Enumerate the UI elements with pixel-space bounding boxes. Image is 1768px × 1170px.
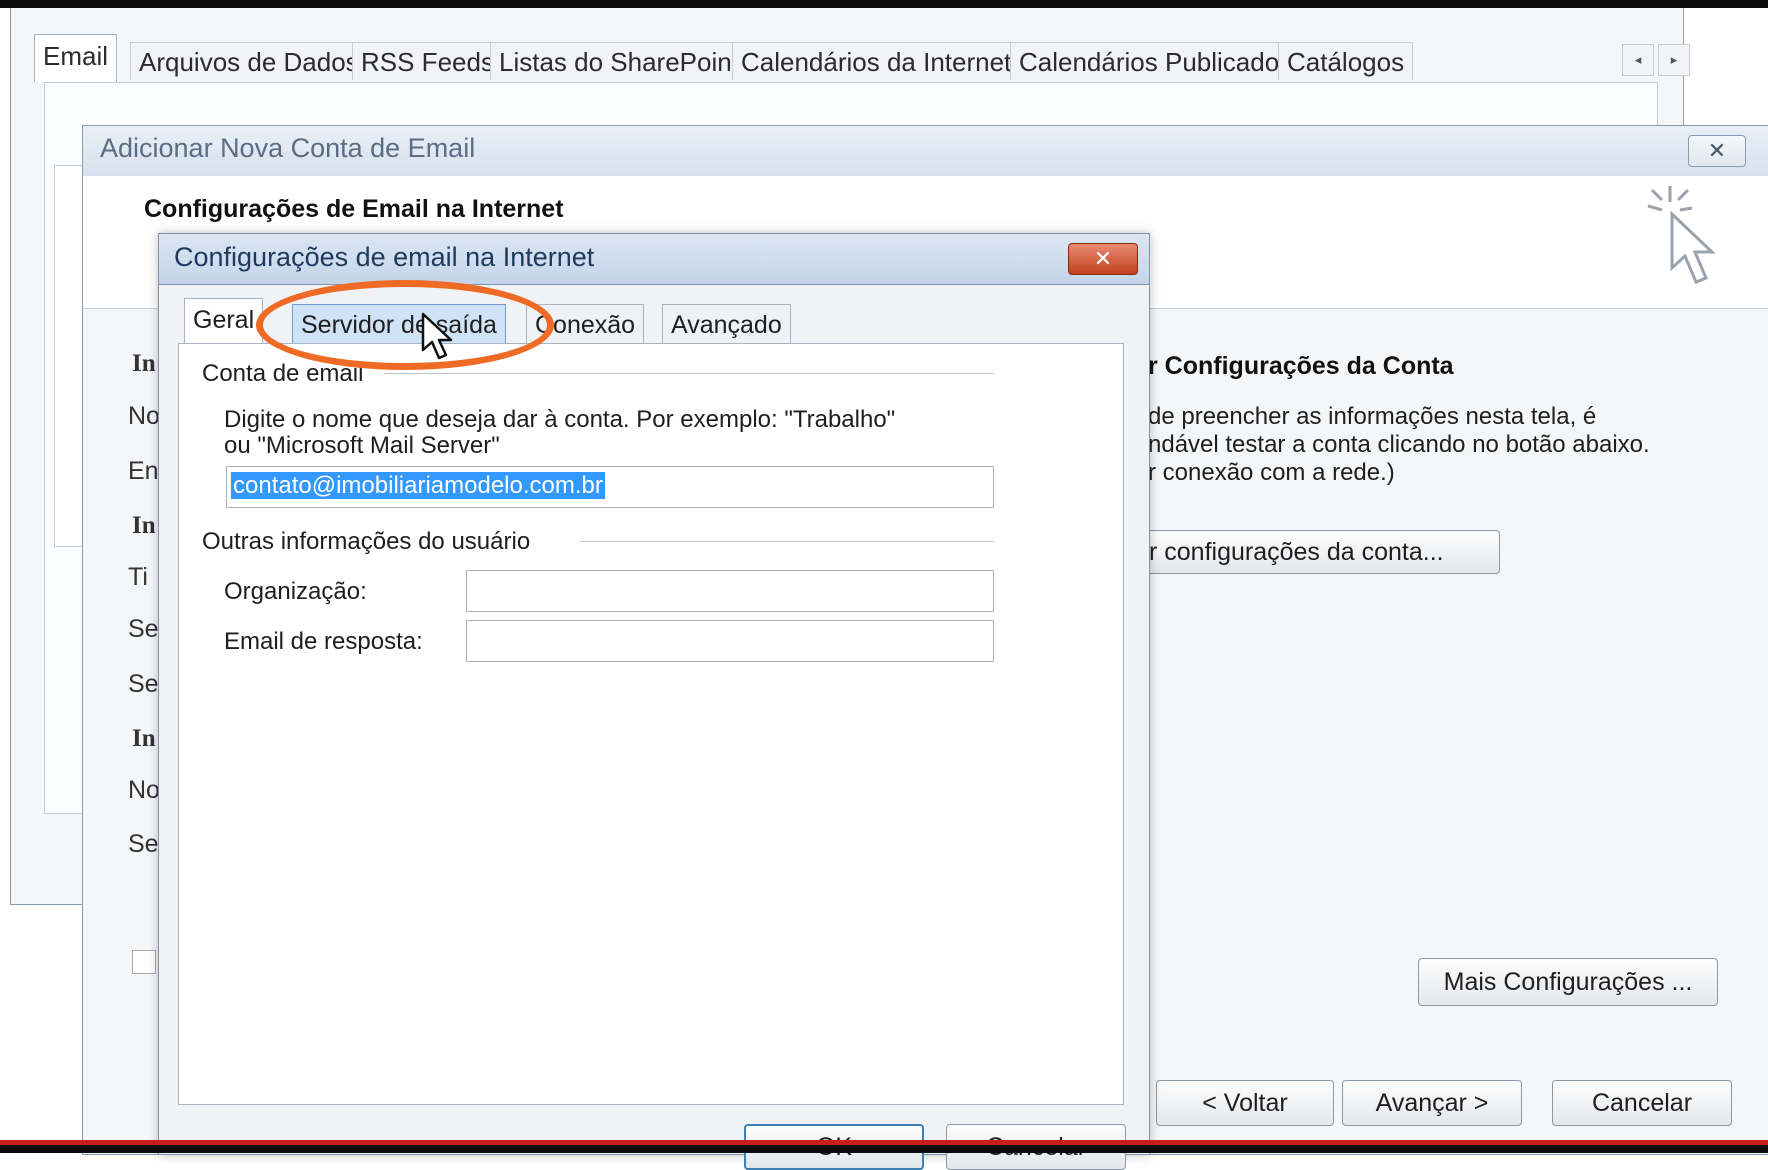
partial-label-username: No xyxy=(128,776,160,804)
reply-email-field[interactable] xyxy=(466,620,994,662)
back-button[interactable]: < Voltar xyxy=(1156,1080,1334,1126)
mouse-pointer-icon xyxy=(421,312,453,360)
test-account-settings-button[interactable]: r configurações da conta... xyxy=(1140,530,1500,574)
partial-label-server-info: In xyxy=(132,512,156,539)
other-info-section-label: Outras informações do usuário xyxy=(202,528,539,556)
partial-label-outgoing-server: Se xyxy=(128,670,159,698)
account-name-field[interactable]: contato@imobiliariamodelo.com.br xyxy=(226,466,994,508)
partial-label-logon-info: In xyxy=(132,725,156,752)
partial-checkbox[interactable] xyxy=(132,950,156,974)
other-info-divider xyxy=(580,541,994,542)
test-description-line-2: ndável testar a conta clicando no botão … xyxy=(1148,431,1650,458)
test-settings-title: r Configurações da Conta xyxy=(1148,352,1454,380)
organization-label: Organização: xyxy=(224,578,367,605)
wizard-close-button[interactable]: ✕ xyxy=(1688,135,1746,167)
tab-general[interactable]: Geral xyxy=(184,298,264,346)
more-settings-button[interactable]: Mais Configurações ... xyxy=(1418,958,1718,1006)
scroll-right-icon[interactable]: ▸ xyxy=(1658,44,1690,76)
account-section-divider xyxy=(384,373,994,374)
partial-label-user-info: In xyxy=(132,350,156,377)
test-description-line-3: r conexão com a rede.) xyxy=(1148,459,1395,486)
partial-label-incoming-server: Se xyxy=(128,615,159,643)
wizard-title: Adicionar Nova Conta de Email xyxy=(100,133,476,163)
tab-sharepoint-lists[interactable]: Listas do SharePoint xyxy=(490,42,748,80)
partial-label-account-type: Ti xyxy=(128,563,148,591)
bottom-frame-bar xyxy=(0,1145,1768,1153)
dialog-close-button[interactable]: ✕ xyxy=(1068,243,1138,275)
cursor-sparkle-icon xyxy=(1647,186,1716,284)
tab-advanced[interactable]: Avançado xyxy=(662,304,791,344)
organization-field[interactable] xyxy=(466,570,994,612)
wizard-heading: Configurações de Email na Internet xyxy=(144,195,564,223)
tab-published-calendars[interactable]: Calendários Publicados xyxy=(1010,42,1302,80)
wizard-cancel-button[interactable]: Cancelar xyxy=(1552,1080,1732,1126)
top-frame-bar xyxy=(0,0,1768,8)
partial-label-password: Se xyxy=(128,830,159,858)
tab-data-files[interactable]: Arquivos de Dados xyxy=(130,42,368,80)
tab-internet-calendars[interactable]: Calendários da Internet xyxy=(732,42,1021,80)
tab-scroll-arrows: ◂ ▸ xyxy=(1622,44,1690,76)
reply-email-label: Email de resposta: xyxy=(224,628,423,655)
dialog-title: Configurações de email na Internet xyxy=(174,242,595,272)
tab-catalogs[interactable]: Catálogos xyxy=(1278,42,1414,80)
tab-rss-feeds[interactable]: RSS Feeds xyxy=(352,42,503,80)
account-name-value: contato@imobiliariamodelo.com.br xyxy=(231,472,605,499)
account-description-line-2: ou "Microsoft Mail Server" xyxy=(224,432,500,459)
tab-email[interactable]: Email xyxy=(34,34,118,82)
scroll-left-icon[interactable]: ◂ xyxy=(1622,44,1654,76)
account-description-line-1: Digite o nome que deseja dar à conta. Po… xyxy=(224,406,896,433)
partial-label-name: No xyxy=(128,402,160,430)
test-description-line-1: de preencher as informações nesta tela, … xyxy=(1148,403,1597,430)
highlight-ellipse-annotation xyxy=(256,280,554,370)
next-button[interactable]: Avançar > xyxy=(1342,1080,1522,1126)
partial-label-email: En xyxy=(128,457,159,485)
account-settings-tabs: Email Arquivos de Dados RSS Feeds Listas… xyxy=(34,30,1690,82)
